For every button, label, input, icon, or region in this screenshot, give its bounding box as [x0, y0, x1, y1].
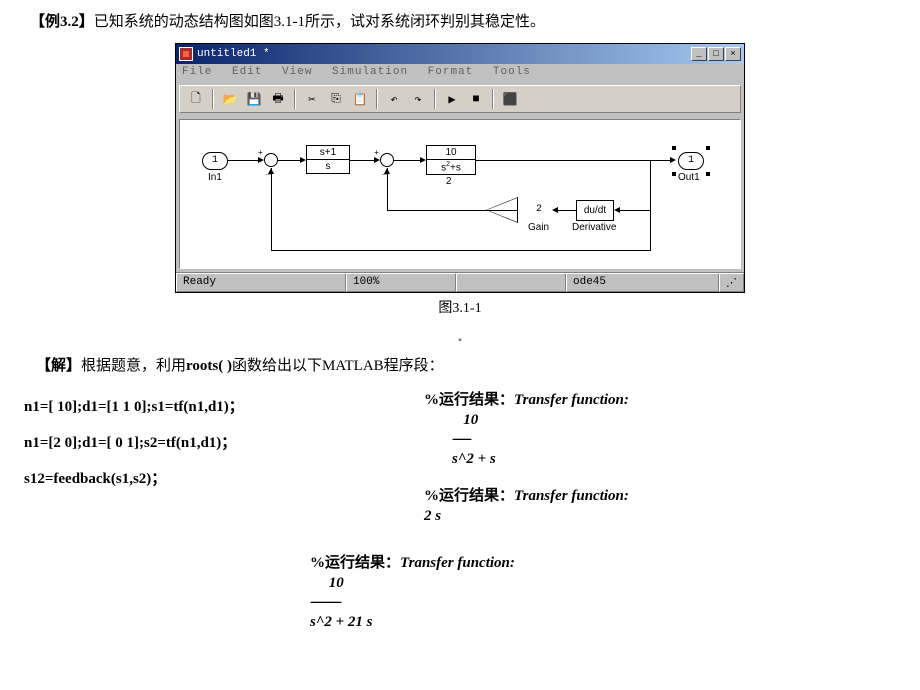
out1-block[interactable]: 1 [678, 152, 704, 170]
tf1-block[interactable]: s+1 s [306, 145, 350, 174]
minimize-button[interactable]: _ [691, 47, 707, 61]
example-title: 【例3.2】已知系统的动态结构图如图3.1-1所示，试对系统闭环判别其稳定性。 [20, 10, 900, 31]
result2-header-zh: %运行结果： [424, 488, 514, 504]
copy-icon[interactable]: ⎘ [326, 89, 346, 109]
code-column: n1=[ 10];d1=[1 1 0];s1=tf(n1,d1)； n1=[2 … [24, 389, 424, 544]
solution-func: roots( ) [186, 358, 232, 374]
undo-icon[interactable]: ↶ [384, 89, 404, 109]
status-solver: ode45 [566, 273, 719, 292]
status-zoom: 100% [346, 273, 456, 292]
sum1-block[interactable] [264, 153, 278, 167]
code-line3: s12=feedback(s1,s2)； [24, 461, 424, 497]
titlebar: untitled1 * _ □ × [176, 44, 744, 64]
result2: %运行结果：Transfer function: 2 s [424, 487, 896, 526]
result3-den: s^2 + 21 s [310, 613, 900, 633]
solution-line: 【解】根据题意，利用roots( )函数给出以下MATLAB程序段： [36, 354, 900, 375]
result3-header-zh: %运行结果： [310, 555, 400, 571]
tf2-under: 2 [446, 176, 452, 187]
sum2-block[interactable] [380, 153, 394, 167]
build-icon[interactable]: ⬛ [500, 89, 520, 109]
result1: %运行结果：Transfer function: 10 ------ s^2 +… [424, 391, 896, 469]
app-icon [179, 47, 193, 61]
redo-icon[interactable]: ↷ [408, 89, 428, 109]
result1-num: 10 [452, 411, 896, 431]
code-line2: n1=[2 0];d1=[ 0 1];s2=tf(n1,d1)； [24, 425, 424, 461]
menu-view[interactable]: View [282, 66, 312, 78]
tf1-num: s+1 [307, 146, 349, 160]
print-icon[interactable]: 🖶 [268, 89, 288, 109]
result2-num: 2 s [424, 507, 896, 527]
tf2-num: 10 [427, 146, 475, 160]
derivative-label: Derivative [572, 222, 616, 233]
menu-tools[interactable]: Tools [493, 66, 531, 78]
in1-num: 1 [212, 155, 218, 166]
status-ready: Ready [176, 273, 346, 292]
solution-text2: 函数给出以下MATLAB程序段： [232, 358, 444, 374]
results-column: %运行结果：Transfer function: 10 ------ s^2 +… [424, 389, 896, 544]
save-icon[interactable]: 💾 [244, 89, 264, 109]
page-marker: ▪ [20, 335, 900, 346]
simulink-window: untitled1 * _ □ × File Edit View Simulat… [175, 43, 745, 293]
deriv-text: du/dt [584, 205, 606, 216]
result3-num: 10 [310, 574, 900, 594]
result1-dash: ------ [452, 430, 896, 450]
menubar: File Edit View Simulation Format Tools [176, 64, 744, 82]
out1-num: 1 [688, 155, 694, 166]
derivative-block[interactable]: du/dt [576, 200, 614, 221]
model-canvas[interactable]: 1 In1 + _ s+1 s [179, 119, 741, 269]
result3: %运行结果：Transfer function: 10 ---------- s… [310, 554, 900, 632]
status-grip: ⋰ [719, 273, 744, 292]
close-button[interactable]: × [725, 47, 741, 61]
gain-value: 2 [536, 204, 542, 215]
result3-dash: ---------- [310, 593, 900, 613]
stop-icon[interactable]: ■ [466, 89, 486, 109]
tf2-den: s2+s [427, 160, 475, 174]
example-label: 【例3.2】 [30, 14, 94, 30]
new-icon[interactable]: 🗋 [186, 89, 206, 109]
figure-caption: 图3.1-1 [20, 297, 900, 317]
in1-label: In1 [208, 172, 222, 183]
result1-den: s^2 + s [452, 450, 896, 470]
code-line1: n1=[ 10];d1=[1 1 0];s1=tf(n1,d1)； [24, 389, 424, 425]
example-text: 已知系统的动态结构图如图3.1-1所示，试对系统闭环判别其稳定性。 [94, 14, 545, 30]
open-icon[interactable]: 📂 [220, 89, 240, 109]
status-blank [456, 273, 566, 292]
run-icon[interactable]: ▶ [442, 89, 462, 109]
result3-header-en: Transfer function: [400, 555, 515, 571]
toolbar: 🗋 📂 💾 🖶 ✂ ⎘ 📋 ↶ ↷ ▶ ■ ⬛ [179, 85, 741, 113]
result1-header-zh: %运行结果： [424, 392, 514, 408]
menu-format[interactable]: Format [428, 66, 474, 78]
menu-simulation[interactable]: Simulation [332, 66, 408, 78]
out1-label: Out1 [678, 172, 700, 183]
result1-header-en: Transfer function: [514, 392, 629, 408]
paste-icon[interactable]: 📋 [350, 89, 370, 109]
gain-label: Gain [528, 222, 549, 233]
in1-block[interactable]: 1 [202, 152, 228, 170]
solution-text1: 根据题意，利用 [81, 358, 186, 374]
window-title: untitled1 * [197, 48, 691, 60]
cut-icon[interactable]: ✂ [302, 89, 322, 109]
statusbar: Ready 100% ode45 ⋰ [176, 272, 744, 292]
solution-label: 【解】 [36, 358, 81, 374]
menu-file[interactable]: File [182, 66, 212, 78]
result2-header-en: Transfer function: [514, 488, 629, 504]
tf1-den: s [307, 160, 349, 173]
menu-edit[interactable]: Edit [232, 66, 262, 78]
tf2-block[interactable]: 10 s2+s [426, 145, 476, 175]
maximize-button[interactable]: □ [708, 47, 724, 61]
